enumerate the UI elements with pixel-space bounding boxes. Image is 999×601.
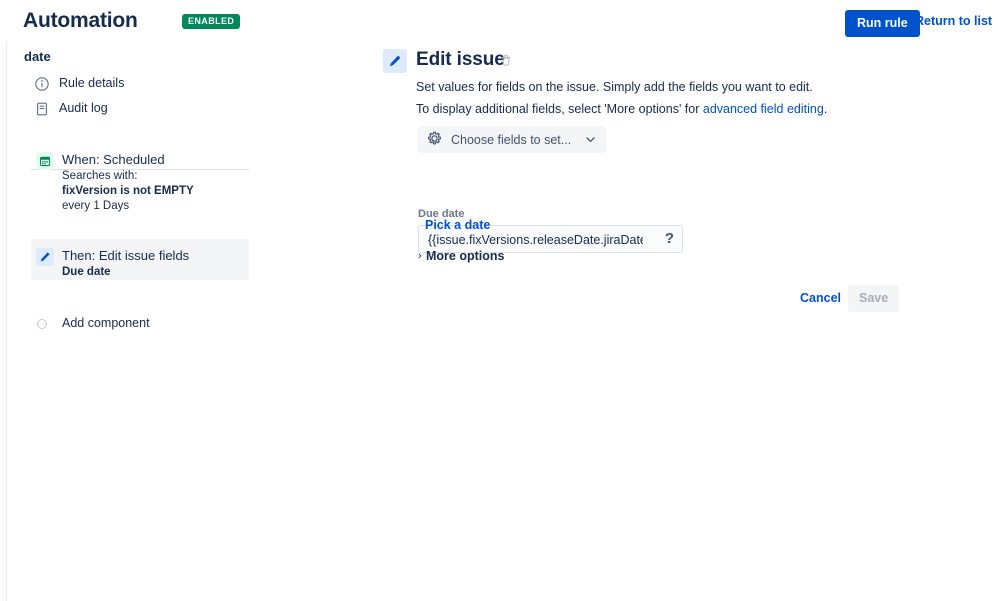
component-title: Then: Edit issue fields bbox=[62, 247, 189, 265]
circle-outline-icon bbox=[37, 319, 47, 329]
panel-description-line-2: To display additional fields, select 'Mo… bbox=[416, 101, 827, 118]
sidebar-item-rule-details[interactable]: Rule details bbox=[24, 73, 244, 95]
page-title: Automation bbox=[23, 8, 138, 34]
rule-name: date bbox=[24, 49, 51, 65]
component-title: When: Scheduled bbox=[62, 151, 165, 169]
sidebar-item-audit-log[interactable]: Audit log bbox=[24, 98, 244, 120]
component-subtitle-line: Due date bbox=[62, 265, 111, 280]
pencil-icon bbox=[36, 248, 54, 266]
component-subtitle-line: fixVersion is not EMPTY bbox=[62, 184, 194, 199]
component-subtitle-line: every 1 Days bbox=[62, 199, 129, 214]
cancel-button[interactable]: Cancel bbox=[793, 285, 848, 311]
description-suffix: . bbox=[824, 102, 827, 116]
component-subtitle-line: Searches with: bbox=[62, 169, 137, 184]
rule-component-then-edit-issue-fields[interactable]: Then: Edit issue fields Due date bbox=[31, 239, 249, 280]
calendar-icon bbox=[36, 152, 54, 170]
more-options-label: More options bbox=[426, 248, 504, 265]
panel-description-line-1: Set values for fields on the issue. Simp… bbox=[416, 79, 813, 96]
status-badge: ENABLED bbox=[182, 14, 240, 29]
chevron-right-icon: › bbox=[418, 250, 422, 263]
document-list-icon bbox=[34, 101, 50, 117]
return-to-list-link[interactable]: Return to list bbox=[915, 14, 992, 29]
advanced-field-editing-link[interactable]: advanced field editing bbox=[703, 102, 824, 116]
page-header: Automation ENABLED Run rule Return to li… bbox=[0, 0, 999, 42]
description-prefix: To display additional fields, select 'Mo… bbox=[416, 102, 703, 116]
info-circle-icon bbox=[34, 76, 50, 92]
panel-title: Edit issue bbox=[416, 47, 505, 73]
chevron-down-icon bbox=[585, 134, 596, 145]
choose-fields-dropdown[interactable]: Choose fields to set... bbox=[418, 126, 606, 153]
question-mark-icon[interactable]: ? bbox=[665, 229, 674, 249]
save-button[interactable]: Save bbox=[848, 285, 899, 312]
add-component-button[interactable]: Add component bbox=[31, 314, 249, 336]
gear-icon bbox=[427, 131, 442, 149]
add-component-label: Add component bbox=[62, 315, 150, 332]
sidebar-item-label: Audit log bbox=[59, 100, 108, 117]
rule-sidebar: date Rule details Audit log bbox=[7, 42, 257, 601]
pick-a-date-link[interactable]: Pick a date bbox=[425, 217, 490, 233]
choose-fields-label: Choose fields to set... bbox=[451, 132, 571, 148]
automation-rule-editor-page: Automation ENABLED Run rule Return to li… bbox=[0, 0, 999, 601]
sidebar-item-label: Rule details bbox=[59, 75, 124, 92]
run-rule-button[interactable]: Run rule bbox=[845, 10, 920, 37]
trash-icon[interactable] bbox=[499, 53, 513, 67]
rule-component-when-scheduled[interactable]: When: Scheduled Searches with: fixVersio… bbox=[31, 143, 249, 209]
pencil-icon bbox=[383, 49, 407, 73]
